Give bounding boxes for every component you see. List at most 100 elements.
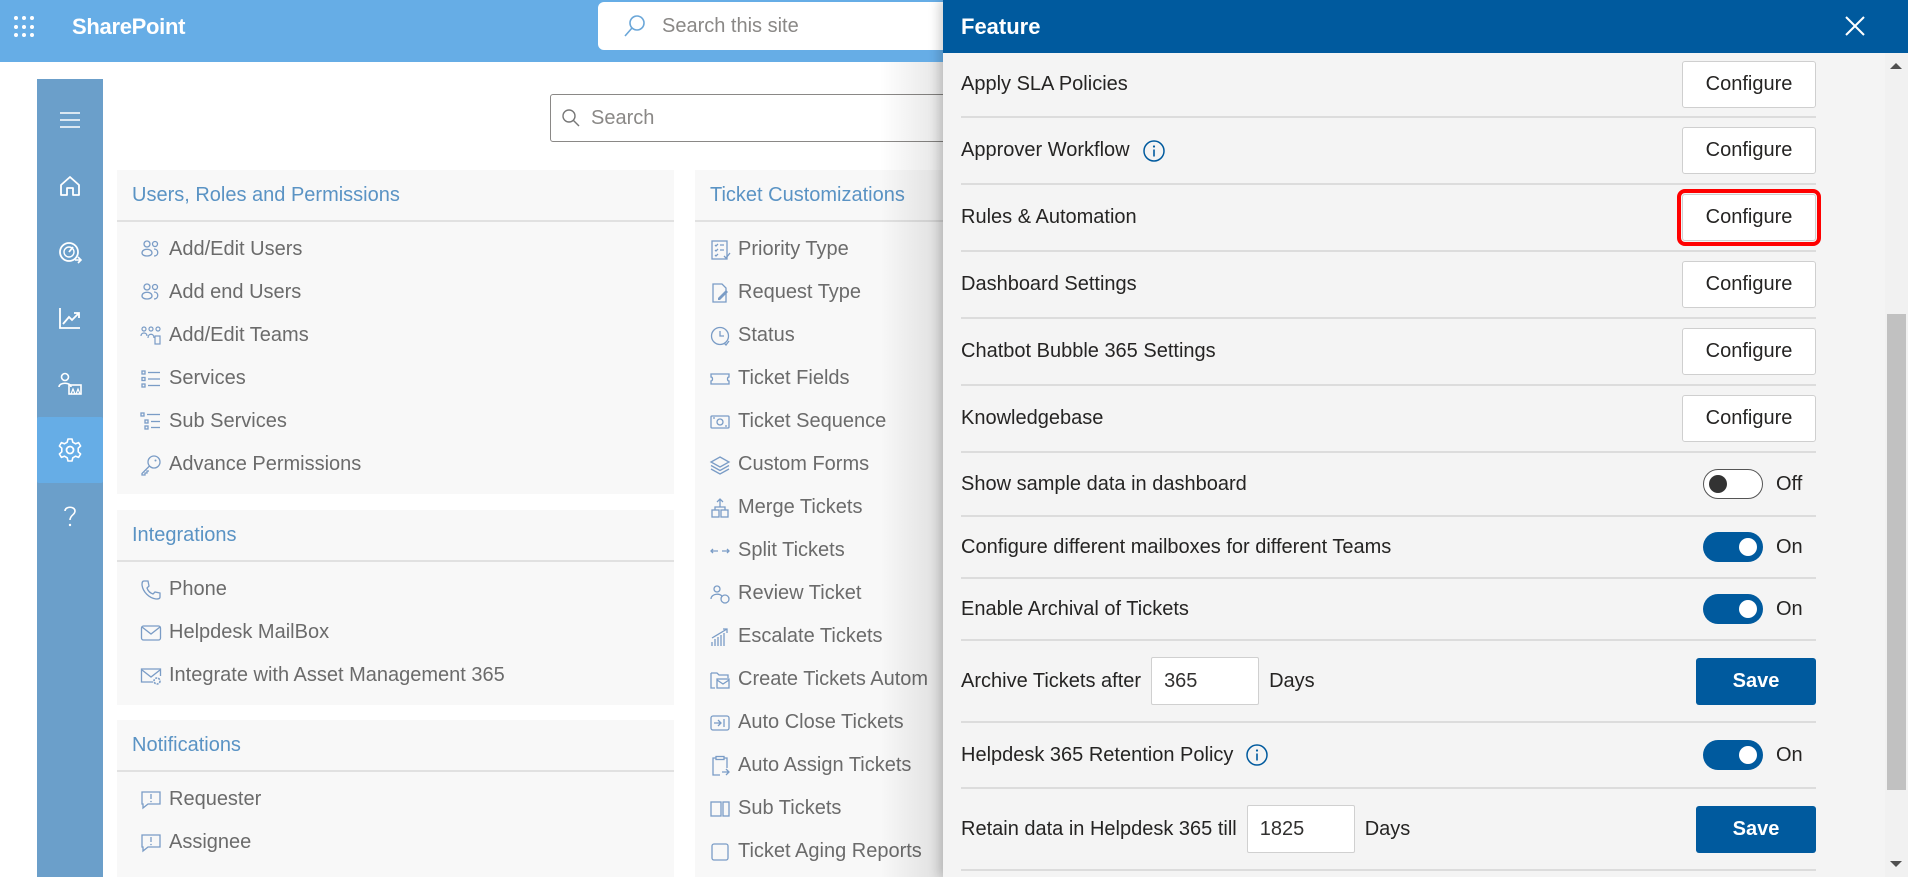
scroll-down-arrow[interactable] bbox=[1890, 861, 1902, 867]
feature-toggle[interactable] bbox=[1703, 532, 1763, 562]
link-custom-forms[interactable]: Custom Forms bbox=[695, 443, 955, 486]
feature-label: Knowledgebase bbox=[961, 407, 1104, 429]
scroll-thumb[interactable] bbox=[1887, 314, 1906, 790]
search-icon bbox=[562, 109, 580, 127]
panel-title: Feature bbox=[961, 13, 1041, 39]
link-auto-assign-tickets[interactable]: Auto Assign Tickets bbox=[695, 744, 955, 787]
scroll-up-arrow[interactable] bbox=[1890, 63, 1902, 69]
link-ticket-aging-reports[interactable]: Ticket Aging Reports bbox=[695, 830, 955, 873]
link-advance-permissions[interactable]: Advance Permissions bbox=[117, 443, 674, 486]
left-nav-rail bbox=[37, 79, 103, 877]
feature-toggle[interactable] bbox=[1703, 469, 1763, 499]
retain-save-button[interactable]: Save bbox=[1696, 805, 1816, 853]
retain-days-input[interactable] bbox=[1246, 805, 1355, 853]
link-sub-tickets[interactable]: Sub Tickets bbox=[695, 787, 955, 830]
panel-scrollbar[interactable] bbox=[1885, 53, 1908, 877]
people-sync-icon bbox=[708, 582, 732, 606]
toggle-state: On bbox=[1776, 743, 1803, 766]
settings-search-box[interactable] bbox=[550, 94, 950, 142]
archive-label: Archive Tickets after bbox=[961, 669, 1142, 692]
hamburger-icon bbox=[60, 112, 80, 128]
link-sub-services[interactable]: Sub Services bbox=[117, 400, 674, 443]
feature-row-rules-automation: Rules & Automation Configure bbox=[961, 185, 1821, 252]
configure-button[interactable]: Configure bbox=[1682, 61, 1816, 108]
archive-days-input[interactable] bbox=[1151, 657, 1260, 705]
link-assignee[interactable]: Assignee bbox=[117, 821, 674, 864]
feature-label: Approver Workflow bbox=[961, 139, 1130, 161]
merge-icon bbox=[708, 496, 732, 520]
app-launcher-icon[interactable] bbox=[12, 14, 38, 40]
configure-button[interactable]: Configure bbox=[1677, 189, 1821, 246]
toggle-state: On bbox=[1776, 597, 1803, 620]
link-integrate-asset-management[interactable]: Integrate with Asset Management 365 bbox=[117, 654, 674, 697]
link-helpdesk-mailbox[interactable]: Helpdesk MailBox bbox=[117, 611, 674, 654]
archive-save-button[interactable]: Save bbox=[1696, 657, 1816, 705]
link-services[interactable]: Services bbox=[117, 357, 674, 400]
configure-button[interactable]: Configure bbox=[1682, 328, 1816, 375]
link-add-edit-teams[interactable]: Add/Edit Teams bbox=[117, 314, 674, 357]
folder-mail-icon bbox=[708, 668, 732, 692]
feature-label: Dashboard Settings bbox=[961, 273, 1137, 295]
chart-line-icon bbox=[59, 308, 80, 329]
link-merge-tickets[interactable]: Merge Tickets bbox=[695, 486, 955, 529]
rail-home[interactable] bbox=[37, 153, 103, 219]
link-auto-close-tickets[interactable]: Auto Close Tickets bbox=[695, 701, 955, 744]
link-review-ticket[interactable]: Review Ticket bbox=[695, 572, 955, 615]
rail-teams[interactable] bbox=[37, 351, 103, 417]
link-ticket-fields[interactable]: Ticket Fields bbox=[695, 357, 955, 400]
phone-icon bbox=[139, 578, 163, 602]
feature-row-approver-workflow: Approver Workflow Configure bbox=[961, 118, 1816, 185]
link-request-type[interactable]: Request Type bbox=[695, 271, 955, 314]
key-icon bbox=[139, 453, 163, 477]
clipboard-arrow-icon bbox=[708, 754, 732, 778]
archive-unit: Days bbox=[1269, 669, 1315, 692]
retention-toggle[interactable] bbox=[1703, 740, 1763, 770]
configure-button[interactable]: Configure bbox=[1682, 127, 1816, 174]
retain-label: Retain data in Helpdesk 365 till bbox=[961, 817, 1237, 840]
rail-settings[interactable] bbox=[37, 417, 103, 483]
feature-toggle[interactable] bbox=[1703, 594, 1763, 624]
close-button[interactable] bbox=[1840, 11, 1870, 41]
link-split-tickets[interactable]: Split Tickets bbox=[695, 529, 955, 572]
retention-toggle-group: On bbox=[1703, 740, 1806, 770]
feature-row-archive-after: Archive Tickets after Days Save bbox=[961, 641, 1816, 723]
link-ticket-sequence[interactable]: Ticket Sequence bbox=[695, 400, 955, 443]
link-priority-type[interactable]: Priority Type bbox=[695, 228, 955, 271]
info-icon[interactable] bbox=[1245, 743, 1269, 767]
link-add-end-users[interactable]: Add end Users bbox=[117, 271, 674, 314]
rail-dashboard[interactable] bbox=[37, 219, 103, 285]
layers-icon bbox=[708, 453, 732, 477]
link-phone[interactable]: Phone bbox=[117, 568, 674, 611]
document-edit-icon bbox=[708, 281, 732, 305]
ticket-icon bbox=[708, 367, 732, 391]
settings-search-input[interactable] bbox=[591, 106, 911, 130]
app-name[interactable]: SharePoint bbox=[72, 14, 185, 40]
feature-label: Rules & Automation bbox=[961, 206, 1137, 228]
feature-row-retention-policy: Helpdesk 365 Retention Policy On bbox=[961, 723, 1816, 789]
section-ticket-customizations: Ticket Customizations Priority Type Reque… bbox=[695, 170, 955, 877]
link-requester[interactable]: Requester bbox=[117, 778, 674, 821]
link-escalate-tickets[interactable]: Escalate Tickets bbox=[695, 615, 955, 658]
configure-button[interactable]: Configure bbox=[1682, 261, 1816, 308]
panel-header: Feature bbox=[943, 0, 1908, 53]
link-add-edit-users[interactable]: Add/Edit Users bbox=[117, 228, 674, 271]
feature-label: Chatbot Bubble 365 Settings bbox=[961, 340, 1216, 362]
people-icon bbox=[139, 238, 163, 262]
info-icon[interactable] bbox=[1142, 139, 1166, 163]
section-title: Notifications bbox=[117, 720, 674, 772]
feature-label: Enable Archival of Tickets bbox=[961, 597, 1189, 620]
toggle-group: On bbox=[1703, 532, 1806, 562]
escalate-chart-icon bbox=[708, 625, 732, 649]
site-search-input[interactable] bbox=[662, 14, 962, 38]
mail-icon bbox=[139, 621, 163, 645]
site-search-box[interactable] bbox=[598, 2, 998, 50]
configure-button[interactable]: Configure bbox=[1682, 395, 1816, 442]
checklist-icon bbox=[708, 238, 732, 262]
rail-reports[interactable] bbox=[37, 285, 103, 351]
link-create-tickets-autom[interactable]: Create Tickets Autom bbox=[695, 658, 955, 701]
arrow-box-icon bbox=[708, 711, 732, 735]
rail-menu[interactable] bbox=[37, 87, 103, 153]
rail-help[interactable] bbox=[37, 483, 103, 549]
split-box-icon bbox=[708, 797, 732, 821]
link-status[interactable]: Status bbox=[695, 314, 955, 357]
